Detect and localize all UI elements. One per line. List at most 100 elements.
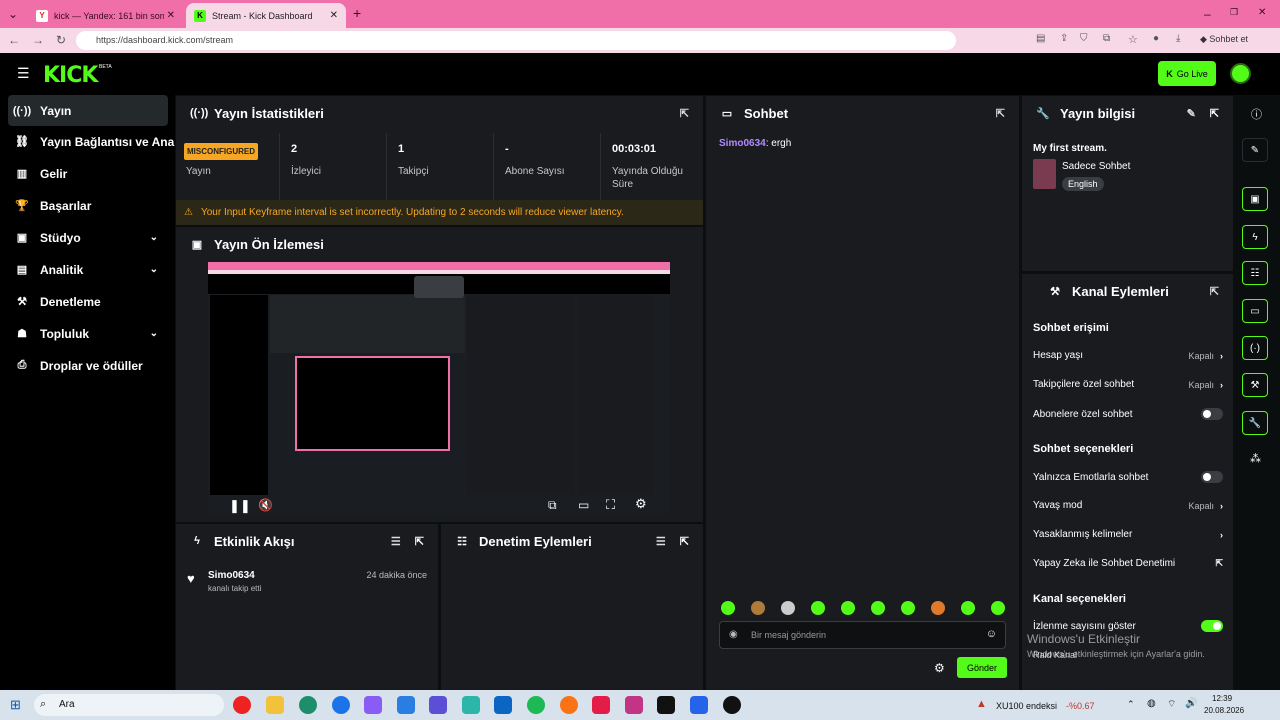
kick-logo[interactable]: KICK	[43, 63, 98, 88]
emoji-icon[interactable]: ☺	[986, 628, 997, 640]
shield-icon[interactable]: ⛉	[1080, 33, 1088, 44]
hamburger-menu-icon[interactable]: ☰	[17, 65, 30, 82]
emote-1-icon[interactable]	[721, 601, 735, 615]
sidebar-item-yayin[interactable]: ((·)) Yayın	[8, 95, 168, 126]
emote-7-icon[interactable]	[901, 601, 915, 615]
volume-icon[interactable]: 🔊	[1185, 698, 1197, 709]
rail-preview-button[interactable]: ▣	[1242, 187, 1268, 211]
taskbar-search[interactable]: ⌕ Ara	[34, 694, 224, 716]
instagram-icon[interactable]	[625, 696, 643, 714]
rail-moderation-button[interactable]: ☷	[1242, 261, 1268, 285]
store-icon[interactable]	[397, 696, 415, 714]
avatar[interactable]	[1230, 63, 1251, 84]
maximize-icon[interactable]: ❐	[1230, 7, 1238, 18]
pip-icon[interactable]: ⧉	[548, 498, 557, 513]
popout-icon[interactable]: ⇱	[680, 107, 689, 120]
extensions-icon[interactable]: ⧉	[1103, 33, 1110, 44]
emote-only-toggle[interactable]	[1201, 471, 1223, 483]
emote-6-icon[interactable]	[871, 601, 885, 615]
sidebar-item-topluluk[interactable]: ☗ Topluluk ⌄	[8, 318, 168, 349]
obs-icon[interactable]	[723, 696, 741, 714]
rail-stream-info-button[interactable]: 🔧	[1242, 411, 1268, 435]
tab-yandex[interactable]: Y kick — Yandex: 161 bin sonuç bul ✕	[28, 3, 183, 28]
app3-icon[interactable]	[690, 696, 708, 714]
show-viewers-toggle[interactable]	[1201, 620, 1223, 632]
activity-user[interactable]: Simo0634	[208, 570, 255, 581]
emote-2-icon[interactable]	[751, 601, 765, 615]
tab-menu-icon[interactable]: ⌄	[8, 7, 18, 21]
chat-username[interactable]: Simo0634	[719, 138, 766, 149]
back-icon[interactable]: ←	[8, 33, 20, 47]
sidebar-item-studyo[interactable]: ▣ Stüdyo ⌄	[8, 222, 168, 253]
share-icon[interactable]: ⁂	[1250, 452, 1261, 465]
emote-picker-icon[interactable]: ◉	[729, 629, 738, 640]
url-input[interactable]: https://dashboard.kick.com/stream	[76, 31, 956, 50]
sidebar-item-analitik[interactable]: ▤ Analitik ⌄	[8, 254, 168, 285]
pause-icon[interactable]: ❚❚	[229, 498, 251, 514]
tiktok-icon[interactable]	[657, 696, 675, 714]
emote-8-icon[interactable]	[931, 601, 945, 615]
wifi-icon[interactable]: ⌔	[1167, 698, 1176, 711]
reader-icon[interactable]: ▤	[1036, 33, 1045, 44]
slow-mode-row[interactable]: Yavaş mod Kapalı ›	[1033, 500, 1223, 511]
emote-3-icon[interactable]	[781, 601, 795, 615]
edit-layout-button[interactable]: ✎	[1242, 138, 1268, 162]
popout-icon[interactable]: ⇱	[415, 535, 424, 548]
copilot-icon[interactable]	[364, 696, 382, 714]
minimize-icon[interactable]: –	[1204, 7, 1211, 21]
new-tab-icon[interactable]: +	[353, 5, 361, 21]
vpn-icon[interactable]	[429, 696, 447, 714]
theater-icon[interactable]: ▭	[578, 498, 589, 512]
app2-icon[interactable]	[592, 696, 610, 714]
sidebar-item-stream-key[interactable]: ⛓ Yayın Bağlantısı ve Anahtar	[8, 126, 178, 157]
followers-only-row[interactable]: Takipçilere özel sohbet Kapalı ›	[1033, 379, 1223, 390]
settings-icon[interactable]: ⚙	[635, 496, 647, 512]
rail-stats-button[interactable]: (·)	[1242, 336, 1268, 360]
clock-date[interactable]: 20.08.2026	[1204, 706, 1244, 715]
sidebar-item-gelir[interactable]: ▥ Gelir	[8, 158, 168, 189]
sidebar-item-basarilar[interactable]: 🏆 Başarılar	[8, 190, 168, 221]
close-icon[interactable]: ✕	[330, 10, 338, 21]
popout-icon[interactable]: ⇱	[1210, 107, 1219, 120]
popout-icon[interactable]: ⇱	[680, 535, 689, 548]
reload-icon[interactable]: ↻	[56, 33, 66, 47]
share-icon[interactable]: ⇪	[1060, 33, 1068, 44]
rail-channel-actions-button[interactable]: ⚒	[1242, 373, 1268, 397]
edit-icon[interactable]: ✎	[1187, 107, 1196, 120]
popout-icon[interactable]: ⇱	[996, 107, 1005, 120]
banned-words-row[interactable]: Yasaklanmış kelimeler ›	[1033, 529, 1223, 540]
go-live-button[interactable]: K Go Live	[1158, 61, 1216, 86]
sidebar-item-droplar[interactable]: ⎙ Droplar ve ödüller	[8, 350, 168, 381]
deezer-icon[interactable]	[560, 696, 578, 714]
clock-time[interactable]: 12:39	[1212, 694, 1232, 703]
forward-icon[interactable]: →	[32, 33, 44, 47]
outlook-icon[interactable]	[494, 696, 512, 714]
close-icon[interactable]: ✕	[167, 10, 175, 21]
profile-icon[interactable]: ●	[1153, 33, 1159, 44]
rail-activity-button[interactable]: ϟ	[1242, 225, 1268, 249]
file-explorer-icon[interactable]	[266, 696, 284, 714]
emote-9-icon[interactable]	[961, 601, 975, 615]
filter-icon[interactable]: ☰	[656, 535, 666, 548]
chat-input[interactable]: ◉ Bir mesaj gönderin ☺	[719, 621, 1006, 649]
sidebar-item-denetleme[interactable]: ⚒ Denetleme	[8, 286, 168, 317]
preview-overlay-controls[interactable]	[414, 276, 464, 298]
send-button[interactable]: Gönder	[957, 657, 1007, 678]
emote-5-icon[interactable]	[841, 601, 855, 615]
bookmark-icon[interactable]: ☆	[1128, 33, 1138, 46]
windows-start-icon[interactable]: ⊞	[10, 697, 21, 713]
emote-4-icon[interactable]	[811, 601, 825, 615]
tab-kick-dashboard[interactable]: K Stream - Kick Dashboard ✕	[186, 3, 346, 28]
mute-icon[interactable]: 🔇	[258, 498, 273, 512]
close-window-icon[interactable]: ✕	[1258, 7, 1266, 18]
ai-moderation-row[interactable]: Yapay Zeka ile Sohbet Denetimi ⇱	[1033, 558, 1223, 569]
fullscreen-icon[interactable]: ⛶	[606, 497, 615, 513]
yandex-browser-icon[interactable]	[233, 696, 251, 714]
network-icon[interactable]: ◍	[1147, 698, 1156, 709]
tray-arrow-icon[interactable]: ⌃	[1127, 699, 1135, 710]
edge-icon[interactable]	[299, 696, 317, 714]
app-icon[interactable]	[462, 696, 480, 714]
account-age-row[interactable]: Hesap yaşı Kapalı ›	[1033, 350, 1223, 361]
chat-assistant-button[interactable]: ◆ Sohbet et	[1200, 34, 1248, 45]
filter-icon[interactable]: ☰	[391, 535, 401, 548]
